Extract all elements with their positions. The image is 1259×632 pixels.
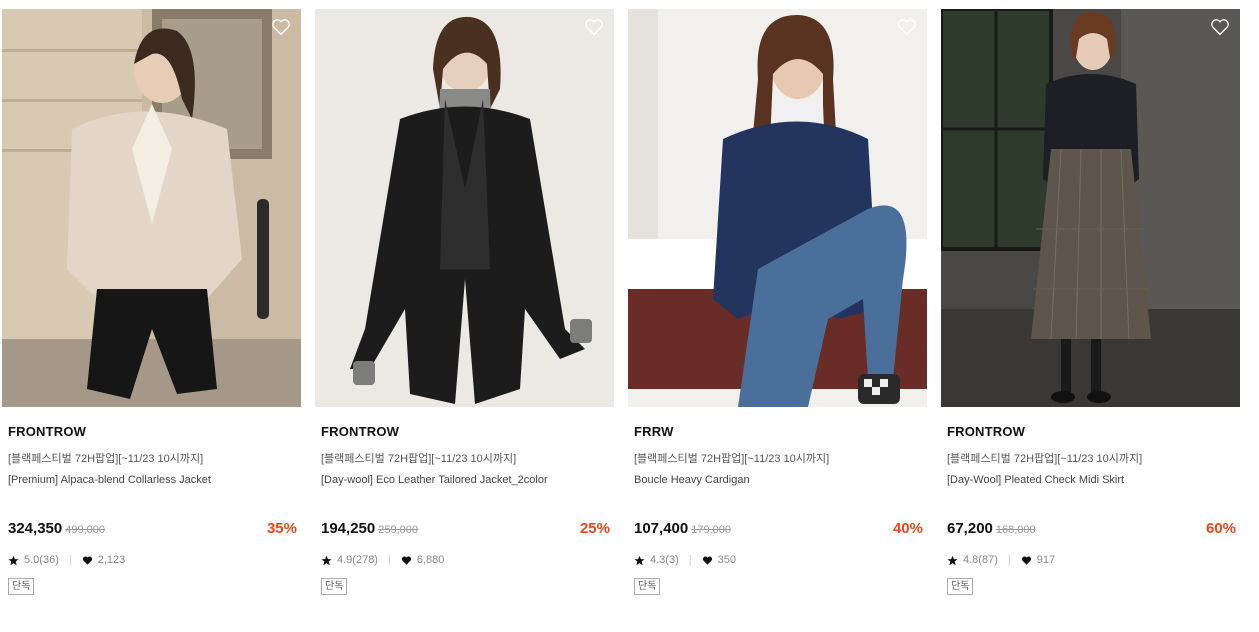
star-icon (321, 555, 332, 565)
stats-divider: | (387, 554, 391, 566)
brand-name[interactable]: FRONTROW (8, 424, 301, 440)
product-info: FRONTROW [블랙페스티벌 72H팝업][~11/23 10시까지] [P… (2, 424, 301, 595)
exclusive-badge: 단독 (321, 578, 348, 595)
original-price: 259,000 (378, 524, 418, 536)
product-card[interactable]: FRONTROW [블랙페스티벌 72H팝업][~11/23 10시까지] [D… (315, 9, 614, 595)
product-name[interactable]: Boucle Heavy Cardigan (634, 474, 927, 488)
product-photo (315, 9, 614, 407)
product-image[interactable] (315, 9, 614, 407)
product-stats: 4.3(3) | 350 (634, 553, 927, 567)
product-info: FRONTROW [블랙페스티벌 72H팝업][~11/23 10시까지] [D… (315, 424, 614, 595)
product-card[interactable]: FRONTROW [블랙페스티벌 72H팝업][~11/23 10시까지] [P… (2, 9, 301, 595)
brand-name[interactable]: FRONTROW (947, 424, 1240, 440)
wishlist-heart-icon[interactable] (897, 18, 917, 36)
product-info: FRONTROW [블랙페스티벌 72H팝업][~11/23 10시까지] [D… (941, 424, 1240, 595)
heart-filled-icon (401, 555, 411, 565)
product-image[interactable] (628, 9, 927, 407)
product-grid: FRONTROW [블랙페스티벌 72H팝업][~11/23 10시까지] [P… (2, 9, 1240, 595)
promo-text: [블랙페스티벌 72H팝업][~11/23 10시까지] (321, 453, 517, 465)
original-price: 168,000 (995, 524, 1036, 536)
sale-price: 107,400 (634, 520, 689, 537)
heart-filled-icon (82, 555, 92, 565)
brand-name[interactable]: FRRW (634, 424, 927, 440)
rating-value: 4.8(87) (963, 554, 998, 566)
product-image[interactable] (2, 9, 301, 407)
likes-count: 350 (717, 554, 736, 566)
product-name[interactable]: [Day-wool] Eco Leather Tailored Jacket_2… (321, 474, 614, 488)
promo-text: [블랙페스티벌 72H팝업][~11/23 10시까지] (8, 453, 204, 465)
sale-price: 324,350 (8, 520, 63, 537)
exclusive-badge: 단독 (947, 578, 974, 595)
star-icon (8, 555, 19, 565)
price-row: 67,200 168,000 60% (947, 520, 1240, 540)
product-info: FRRW [블랙페스티벌 72H팝업][~11/23 10시까지] Boucle… (628, 424, 927, 595)
brand-name[interactable]: FRONTROW (321, 424, 614, 440)
product-card[interactable]: FRRW [블랙페스티벌 72H팝업][~11/23 10시까지] Boucle… (628, 9, 927, 595)
sale-price: 67,200 (947, 520, 993, 537)
wishlist-heart-icon[interactable] (584, 18, 604, 36)
stats-divider: | (1007, 554, 1011, 566)
discount-rate: 40% (892, 520, 923, 537)
product-image[interactable] (941, 9, 1240, 407)
heart-filled-icon (1021, 555, 1031, 565)
product-photo (941, 9, 1240, 407)
product-stats: 5.0(36) | 2,123 (8, 553, 301, 567)
product-name[interactable]: [Day-Wool] Pleated Check Midi Skirt (947, 474, 1240, 488)
likes-count: 917 (1036, 554, 1056, 566)
likes-count: 2,123 (97, 554, 126, 566)
rating-value: 4.9(278) (337, 554, 378, 566)
wishlist-heart-icon[interactable] (271, 18, 291, 36)
price-row: 194,250 259,000 25% (321, 520, 614, 540)
star-icon (634, 555, 645, 565)
promo-text: [블랙페스티벌 72H팝업][~11/23 10시까지] (634, 453, 830, 465)
price-row: 324,350 499,000 35% (8, 520, 301, 540)
stats-divider: | (688, 554, 692, 566)
exclusive-badge: 단독 (634, 578, 661, 595)
heart-filled-icon (702, 555, 712, 565)
product-card[interactable]: FRONTROW [블랙페스티벌 72H팝업][~11/23 10시까지] [D… (941, 9, 1240, 595)
product-photo (628, 9, 927, 407)
product-stats: 4.9(278) | 6,880 (321, 553, 614, 567)
star-icon (947, 555, 958, 565)
discount-rate: 35% (266, 520, 297, 537)
rating-value: 5.0(36) (24, 554, 59, 566)
original-price: 179,000 (691, 524, 731, 536)
product-stats: 4.8(87) | 917 (947, 553, 1240, 567)
product-name[interactable]: [Premium] Alpaca-blend Collarless Jacket (8, 474, 301, 488)
likes-count: 6,880 (416, 554, 445, 566)
rating-value: 4.3(3) (650, 554, 679, 566)
discount-rate: 25% (579, 520, 610, 537)
product-photo (2, 9, 301, 407)
promo-text: [블랙페스티벌 72H팝업][~11/23 10시까지] (947, 453, 1143, 465)
wishlist-heart-icon[interactable] (1210, 18, 1230, 36)
original-price: 499,000 (65, 524, 105, 536)
exclusive-badge: 단독 (8, 578, 35, 595)
price-row: 107,400 179,000 40% (634, 520, 927, 540)
sale-price: 194,250 (321, 520, 376, 537)
discount-rate: 60% (1205, 520, 1236, 537)
stats-divider: | (68, 554, 72, 566)
